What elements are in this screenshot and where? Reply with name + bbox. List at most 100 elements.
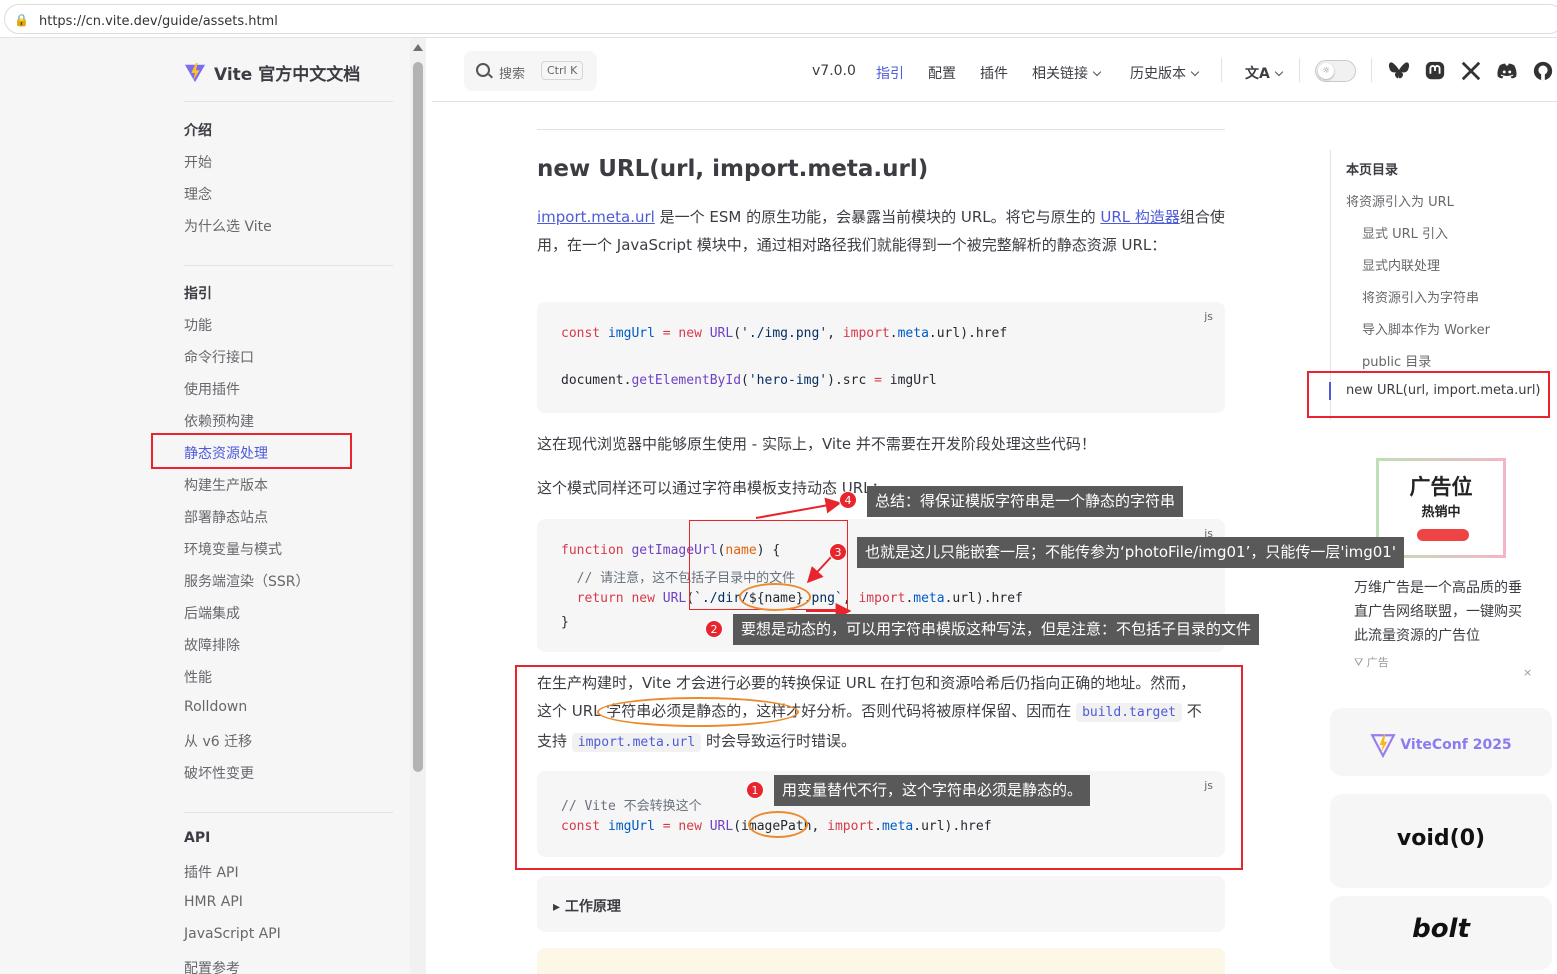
sponsor-void0[interactable]: void(0): [1330, 794, 1552, 888]
sidebar-item-performance[interactable]: 性能: [184, 667, 212, 687]
nav-divider: [1299, 58, 1300, 82]
ad-image-title: 广告位: [1409, 475, 1473, 499]
sidebar-heading-api: API: [184, 830, 211, 846]
search-icon: [476, 63, 490, 77]
arrow-4: [755, 497, 842, 519]
search-button[interactable]: 搜索 Ctrl K: [464, 51, 597, 91]
code-token: './img.png': [741, 326, 828, 341]
translate-menu[interactable]: 文A: [1245, 63, 1284, 83]
ad-text[interactable]: 万维广告是一个高品质的垂直广告网络联盟，一键购买此流量资源的广告位: [1354, 576, 1534, 648]
sidebar-item-rolldown[interactable]: Rolldown: [184, 699, 247, 715]
url-text[interactable]: https://cn.vite.dev/guide/assets.html: [39, 14, 278, 29]
annotation-callout-4: 总结：得保证模版字符串是一个静态的字符串: [867, 486, 1184, 517]
theme-toggle[interactable]: ☼: [1315, 60, 1356, 82]
code-token: (: [733, 326, 742, 341]
chevron-down-icon: [1190, 67, 1200, 77]
nav-divider: [1221, 58, 1222, 82]
ad-tag-label: 广告: [1366, 656, 1389, 669]
sidebar-item-breaking-changes[interactable]: 破坏性变更: [184, 763, 254, 783]
sponsor-viteconf[interactable]: ViteConf 2025: [1330, 708, 1552, 776]
nav-link-config[interactable]: 配置: [928, 63, 956, 83]
sponsor-name: ViteConf 2025: [1400, 737, 1512, 753]
code-token: import: [858, 591, 906, 606]
annotation-number-3: 3: [829, 543, 847, 561]
nav-divider: [1371, 58, 1372, 82]
sidebar-heading-intro: 介绍: [184, 123, 212, 139]
code-token: imgUrl: [881, 373, 937, 388]
sidebar-item-backend[interactable]: 后端集成: [184, 603, 240, 623]
nav-menu-resources-label: 相关链接: [1032, 66, 1088, 82]
annotation-oval-template-var: [739, 583, 811, 611]
sidebar-item-config[interactable]: 配置参考: [184, 958, 240, 974]
toc-item[interactable]: 将资源引入为 URL: [1346, 191, 1454, 210]
sidebar-item-philosophy[interactable]: 理念: [184, 184, 212, 204]
scroll-up-icon[interactable]: [413, 44, 423, 51]
code-lang-label: js: [1204, 310, 1213, 323]
sidebar-item-getting-started[interactable]: 开始: [184, 152, 212, 172]
nav-menu-versions-label: 历史版本: [1130, 66, 1186, 82]
scrollbar-thumb[interactable]: [413, 62, 423, 772]
url-constructor-link[interactable]: URL 构造器: [1100, 208, 1180, 226]
warning-block: [537, 948, 1225, 974]
toc-item[interactable]: public 目录: [1362, 351, 1431, 370]
toc-item[interactable]: 将资源引入为字符串: [1362, 287, 1479, 306]
code-token: =: [654, 326, 679, 341]
code-token: .url).href: [944, 591, 1023, 606]
code-token: import: [842, 326, 890, 341]
sun-icon: ☼: [1318, 63, 1334, 79]
sponsor-bolt[interactable]: bolt: [1330, 896, 1552, 970]
url-field[interactable]: 🔒 https://cn.vite.dev/guide/assets.html: [4, 4, 1557, 34]
code-token: const: [561, 326, 601, 341]
sidebar-item-plugin-api[interactable]: 插件 API: [184, 862, 239, 882]
sidebar-item-build[interactable]: 构建生产版本: [184, 475, 268, 495]
import-meta-url-link[interactable]: import.meta.url: [537, 208, 655, 226]
nav-menu-versions[interactable]: 历史版本: [1130, 63, 1200, 83]
code-block[interactable]: js const imgUrl = new URL('./img.png', i…: [537, 302, 1225, 413]
sidebar-item-static-deploy[interactable]: 部署静态站点: [184, 507, 268, 527]
sidebar-item-env-and-mode[interactable]: 环境变量与模式: [184, 539, 282, 559]
mastodon-icon[interactable]: [1424, 60, 1446, 82]
sidebar-item-features[interactable]: 功能: [184, 315, 212, 335]
sidebar-item-ssr[interactable]: 服务端渲染（SSR）: [184, 571, 310, 591]
code-token: meta: [913, 591, 945, 606]
sidebar-item-troubleshooting[interactable]: 故障排除: [184, 635, 240, 655]
nav-link-guide[interactable]: 指引: [876, 63, 904, 83]
lock-icon: 🔒: [14, 13, 29, 27]
sidebar-item-hmr-api[interactable]: HMR API: [184, 894, 243, 910]
code-token: document.: [561, 373, 632, 388]
sidebar-item-js-api[interactable]: JavaScript API: [184, 926, 281, 942]
code-token: meta: [897, 326, 929, 341]
code-token: getElementById: [631, 373, 742, 388]
sidebar-item-dep-pre-bundling[interactable]: 依赖预构建: [184, 411, 254, 431]
viteconf-logo-icon: [1370, 734, 1396, 759]
toc-item[interactable]: 导入脚本作为 Worker: [1362, 319, 1490, 338]
github-icon[interactable]: [1532, 60, 1554, 82]
intro-paragraph: import.meta.url 是一个 ESM 的原生功能，会暴露当前模块的 U…: [537, 203, 1227, 259]
sidebar-item-migration[interactable]: 从 v6 迁移: [184, 731, 252, 751]
site-logo[interactable]: Vite 官方中文文档: [184, 60, 360, 85]
ad-tag: ⛛ 广告: [1354, 656, 1389, 669]
vite-logo-icon: [184, 62, 206, 82]
details-how-it-works[interactable]: ▸ 工作原理: [537, 876, 1225, 932]
sidebar-divider: [184, 265, 393, 266]
ad-cta-button[interactable]: [1417, 529, 1469, 541]
discord-icon[interactable]: [1496, 60, 1518, 82]
scrollbar[interactable]: [410, 38, 426, 974]
bluesky-icon[interactable]: [1388, 60, 1410, 82]
nav-menu-resources[interactable]: 相关链接: [1032, 63, 1102, 83]
sidebar-item-why-vite[interactable]: 为什么选 Vite: [184, 216, 272, 236]
search-shortcut: Ctrl K: [541, 61, 584, 80]
code-token: =: [874, 373, 882, 388]
annotation-number-2: 2: [705, 620, 723, 638]
code-token: new: [623, 591, 655, 606]
code-line: }: [561, 615, 569, 630]
nav-link-plugins[interactable]: 插件: [980, 63, 1008, 83]
toc-item[interactable]: 显式 URL 引入: [1362, 223, 1448, 242]
sidebar-item-cli[interactable]: 命令行接口: [184, 347, 254, 367]
x-icon[interactable]: [1460, 60, 1482, 82]
toc-item[interactable]: 显式内联处理: [1362, 255, 1440, 274]
annotation-highlight-production: [515, 665, 1243, 870]
ad-close-icon[interactable]: ×: [1523, 666, 1532, 679]
sidebar-item-using-plugins[interactable]: 使用插件: [184, 379, 240, 399]
search-label: 搜索: [499, 67, 526, 82]
